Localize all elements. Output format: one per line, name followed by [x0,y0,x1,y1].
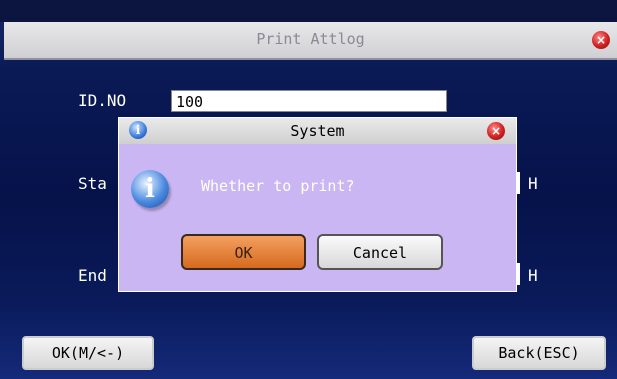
dialog-titlebar: i System × [119,118,516,144]
end-label: End [78,266,107,285]
dialog-title: System [290,122,345,140]
confirm-dialog: i System × i Whether to print? OK Cancel [118,117,517,292]
start-hour-field[interactable] [517,172,520,194]
cancel-button[interactable]: Cancel [317,234,443,270]
info-icon: i [131,170,169,208]
window-title: Print Attlog [256,30,365,48]
id-input[interactable]: 100 [171,90,447,112]
end-hour-unit: H [528,266,538,285]
close-icon[interactable]: × [592,31,610,49]
dialog-message: Whether to print? [201,177,355,195]
top-bar [0,0,617,22]
start-label: Sta [78,174,107,193]
start-hour-unit: H [528,174,538,193]
id-label: ID.NO [78,91,127,110]
ok-button[interactable]: OK [181,234,306,270]
screen: Print Attlog × ID.NO 100 Sta H End H i S… [0,0,617,379]
footer-ok-button[interactable]: OK(M/<-) [22,336,154,370]
footer-back-button[interactable]: Back(ESC) [472,336,606,370]
end-hour-field[interactable] [517,263,520,285]
dialog-close-icon[interactable]: × [487,122,505,140]
window-titlebar: Print Attlog × [4,22,617,60]
